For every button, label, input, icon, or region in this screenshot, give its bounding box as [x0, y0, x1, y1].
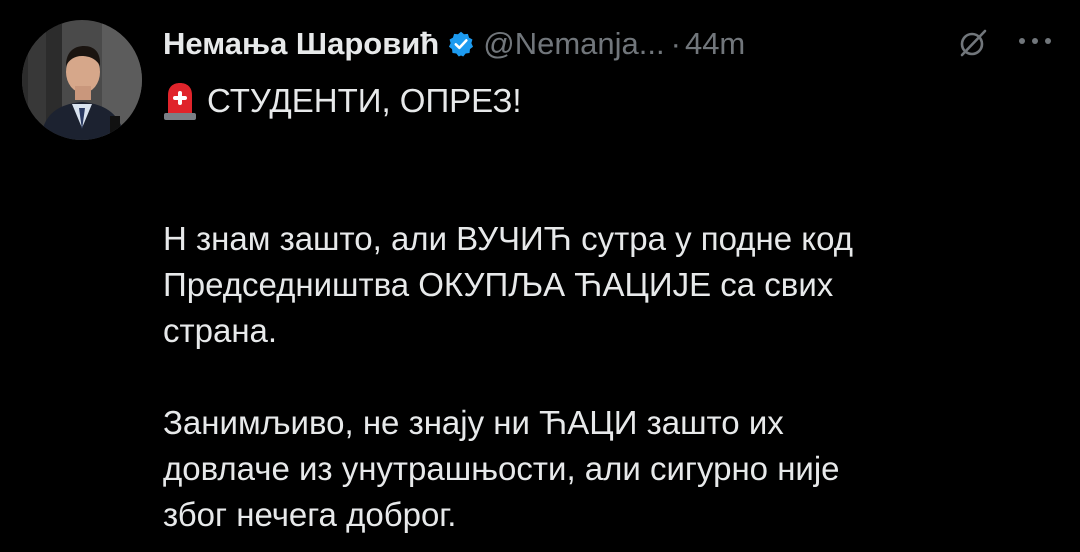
paragraph-1-line: Председништва ОКУПЉА ЋАЦИЈЕ са свих [163, 266, 834, 303]
headline-line: СТУДЕНТИ, ОПРЕЗ! [163, 78, 1043, 124]
paragraph-1-line: страна. [163, 312, 278, 349]
avatar-photo [22, 20, 142, 140]
separator-dot: · [670, 26, 681, 61]
paragraph-1: Н знам зашто, али ВУЧИЋ сутра у подне ко… [163, 216, 1043, 354]
tweet-text: СТУДЕНТИ, ОПРЕЗ! Н знам зашто, али ВУЧИЋ… [163, 78, 1043, 538]
handle[interactable]: @Nemanja... [483, 26, 664, 62]
more-options-icon[interactable] [1014, 24, 1056, 58]
display-name[interactable]: Немања Шаровић [163, 26, 439, 62]
verified-badge-icon [447, 30, 475, 58]
paragraph-2-line: због нечега доброг. [163, 496, 457, 533]
avatar[interactable] [22, 20, 142, 140]
paragraph-1-line: Н знам зашто, али ВУЧИЋ сутра у подне ко… [163, 220, 853, 257]
paragraph-2-line: довлаче из унутрашњости, али сигурно ниј… [163, 450, 840, 487]
paragraph-2: Занимљиво, не знају ни ЋАЦИ зашто их дов… [163, 400, 1043, 538]
tweet: Немања Шаровић @Nemanja... · 44m СТУДЕНТ… [0, 0, 1080, 552]
headline-text: СТУДЕНТИ, ОПРЕЗ! [207, 82, 522, 119]
paragraph-2-line: Занимљиво, не знају ни ЋАЦИ зашто их [163, 404, 784, 441]
timestamp[interactable]: 44m [685, 26, 745, 62]
grok-icon[interactable] [958, 28, 988, 58]
tweet-header: Немања Шаровић @Nemanja... · 44m [163, 22, 745, 66]
police-light-emoji [163, 81, 197, 121]
